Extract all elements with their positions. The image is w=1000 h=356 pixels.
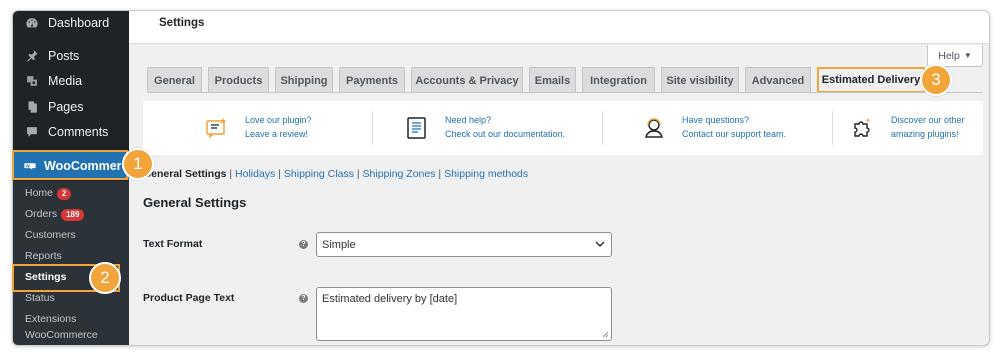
product-page-text-input[interactable]: Estimated delivery by [date] (316, 287, 612, 341)
tab-emails[interactable]: Emails (529, 67, 576, 93)
select-value: Simple (322, 238, 356, 251)
tab-advanced[interactable]: Advanced (745, 67, 811, 93)
tab-site-visibility[interactable]: Site visibility (661, 67, 739, 93)
notification-badge: 189 (61, 208, 85, 221)
promo-divider (372, 111, 373, 145)
callout-2: 2 (89, 262, 121, 294)
comments-icon (23, 123, 41, 141)
tab-products[interactable]: Products (208, 67, 269, 93)
caret-down-icon: ▼ (963, 51, 972, 60)
settings-subnav: General Settings | Holidays | Shipping C… (143, 168, 529, 180)
submenu-item-settings[interactable]: Settings (25, 271, 66, 284)
promo-line: Have questions? (682, 115, 750, 126)
promo-line: Discover our other (891, 115, 965, 126)
text-format-label: Text Format (143, 238, 203, 250)
review-icon (206, 118, 226, 139)
promo-divider (832, 111, 833, 145)
text-format-select[interactable]: Simple (316, 232, 612, 257)
promo-divider (602, 111, 603, 145)
pages-icon (23, 98, 41, 116)
sidebar-item-media[interactable]: Media (13, 69, 129, 93)
promo-line: Love our plugin? (245, 115, 312, 126)
tab-estimated-delivery[interactable]: Estimated Delivery (817, 67, 925, 93)
promo-other-plugins[interactable]: Discover our other amazing plugins! (851, 101, 965, 155)
tab-integration[interactable]: Integration (582, 67, 655, 93)
section-title: General Settings (143, 195, 247, 210)
subnav-link-holidays[interactable]: Holidays (235, 168, 275, 180)
textarea-value: Estimated delivery by [date] (322, 293, 458, 305)
sidebar-item-label: Media (48, 74, 83, 88)
page-title: Settings (159, 17, 205, 29)
tab-payments[interactable]: Payments (339, 67, 405, 93)
submenu-item-status[interactable]: Status (25, 292, 55, 305)
tabs-divider (147, 92, 983, 93)
submenu-item-orders[interactable]: Orders 189 (25, 208, 85, 221)
promo-line: Need help? (445, 115, 492, 126)
promo-support[interactable]: Have questions? Contact our support team… (642, 101, 786, 155)
promo-review[interactable]: Love our plugin? Leave a review! (205, 101, 312, 155)
promo-line: amazing plugins! (891, 129, 959, 139)
page-header: Settings (129, 11, 989, 44)
sidebar-item-pages[interactable]: Pages (13, 95, 129, 119)
plugin-promo-bar: Love our plugin? Leave a review! Need he… (143, 101, 983, 155)
submenu-item-reports[interactable]: Reports (25, 250, 62, 263)
product-page-text-label: Product Page Text (143, 292, 235, 304)
svg-text:W: W (26, 163, 30, 168)
submenu-item-extensions[interactable]: Extensions (25, 313, 76, 326)
chevron-down-icon (595, 241, 605, 248)
tab-general[interactable]: General (147, 67, 202, 93)
sidebar-item-label: Comments (48, 125, 109, 139)
sidebar-item-dashboard[interactable]: Dashboard (13, 11, 129, 35)
submenu-label: Home (25, 187, 54, 199)
submenu-item-home[interactable]: Home 2 (25, 187, 72, 200)
wp-admin-window: Dashboard Posts Media Pages Comments W W… (12, 10, 990, 346)
sidebar-item-label: Dashboard (48, 16, 110, 30)
subnav-link-shipping-methods[interactable]: Shipping methods (444, 168, 528, 180)
documentation-icon (407, 117, 426, 139)
promo-line: Leave a review! (245, 129, 309, 139)
support-icon (645, 118, 663, 138)
subnav-current[interactable]: General Settings (143, 168, 226, 180)
help-tip-icon[interactable]: ? (299, 240, 308, 249)
tab-shipping[interactable]: Shipping (275, 67, 333, 93)
resize-grip-icon[interactable] (602, 331, 609, 338)
subnav-link-shipping-zones[interactable]: Shipping Zones (363, 168, 436, 180)
sidebar-item-woocommerce[interactable]: W WooCommerce (13, 152, 135, 180)
admin-sidebar: Dashboard Posts Media Pages Comments W W… (13, 11, 135, 345)
subnav-link-shipping-class[interactable]: Shipping Class (284, 168, 354, 180)
puzzle-icon (854, 118, 871, 137)
promo-line: Check out our documentation. (445, 129, 566, 139)
sidebar-item-posts[interactable]: Posts (13, 44, 129, 68)
notification-badge: 2 (57, 187, 72, 200)
sidebar-item-label: Pages (48, 100, 84, 114)
sidebar-item-comments[interactable]: Comments (13, 120, 129, 144)
promo-line: Contact our support team. (682, 129, 787, 139)
sidebar-item-label: Posts (48, 49, 80, 63)
dashboard-icon (23, 14, 41, 32)
help-tip-icon[interactable]: ? (299, 294, 308, 303)
promo-documentation[interactable]: Need help? Check out our documentation. (405, 101, 565, 155)
callout-3: 3 (920, 64, 952, 96)
submenu-item-woocommerce[interactable]: WooCommerce (25, 329, 98, 342)
pin-icon (23, 47, 41, 65)
help-label: Help (938, 49, 960, 62)
tab-accounts-privacy[interactable]: Accounts & Privacy (411, 67, 523, 93)
submenu-label: Orders (25, 208, 58, 220)
submenu-item-customers[interactable]: Customers (25, 229, 76, 242)
woocommerce-icon: W (23, 157, 37, 175)
callout-1: 1 (122, 148, 154, 180)
media-icon (23, 72, 41, 90)
